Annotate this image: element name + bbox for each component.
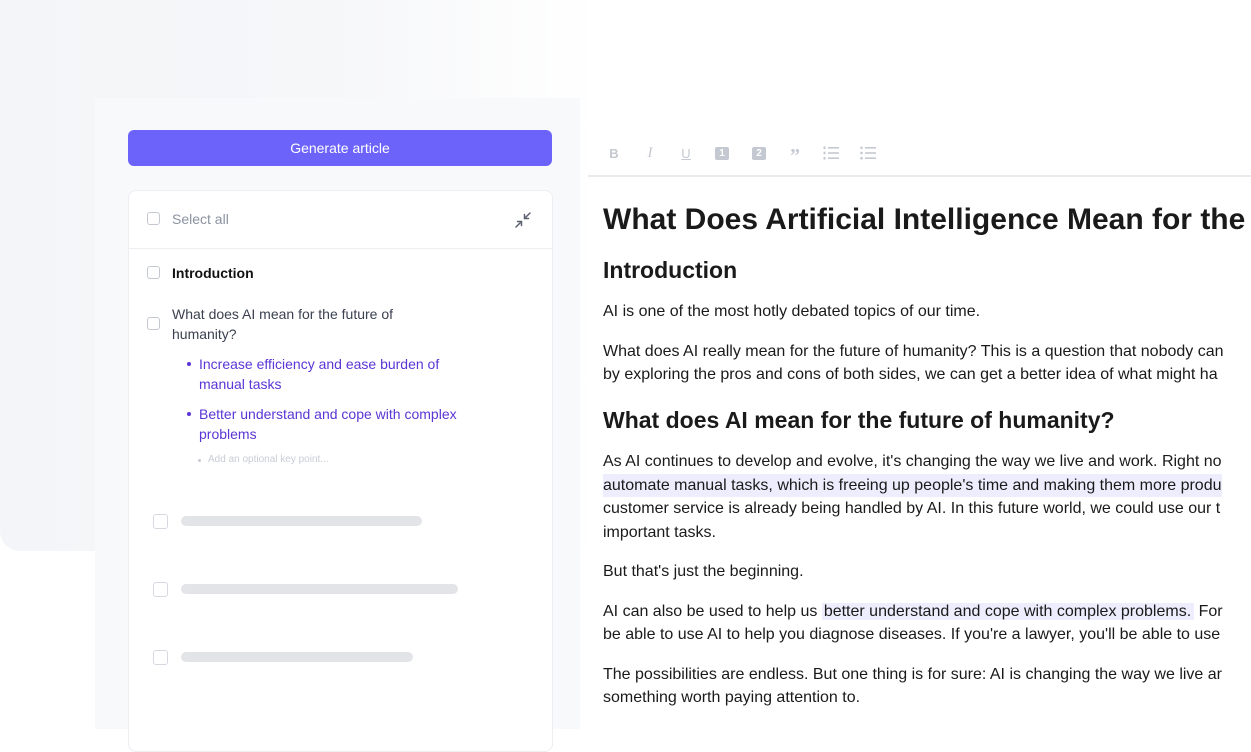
editor-toolbar: B I U 1 2 ” [588,134,1251,177]
highlighted-key-point-complex-problems[interactable]: better understand and cope with complex … [821,603,1195,620]
outline-card: Select all Introduction What does AI mea… [128,190,553,752]
underline-icon[interactable]: U [677,144,695,162]
add-key-point-bullet [198,459,201,462]
paragraph-beginning[interactable]: But that's just the beginning. [603,560,804,583]
collapse-icon[interactable] [513,210,533,230]
paragraph-ai-future-line3[interactable]: customer service is already being handle… [603,497,1220,520]
section-title-ai-future-line1[interactable]: What does AI mean for the future of [172,304,393,324]
add-key-point-input[interactable]: Add an optional key point... [208,454,329,465]
outline-card-header: Select all [129,191,552,249]
heading-ai-future[interactable]: What does AI mean for the future of huma… [603,405,1115,435]
heading-2-glyph: 2 [752,146,766,160]
section-checkbox-introduction[interactable] [147,266,160,279]
heading-2-icon[interactable]: 2 [750,144,768,162]
article-title[interactable]: What Does Artificial Intelligence Mean f… [603,200,1245,240]
section-title-ai-future-line2[interactable]: humanity? [172,324,237,344]
select-all-label: Select all [172,211,229,227]
paragraph-intro-2-line2[interactable]: by exploring the pros and cons of both s… [603,363,1218,386]
skeleton-checkbox [153,582,168,597]
select-all-checkbox[interactable] [147,212,160,225]
key-point-complex-problems-line1[interactable]: Better understand and cope with complex [199,404,457,424]
key-point-bullet [187,412,191,416]
paragraph-intro-2-line1[interactable]: What does AI really mean for the future … [603,340,1224,363]
paragraph-complex-line2[interactable]: be able to use AI to help you diagnose d… [603,623,1220,646]
unordered-list-icon[interactable] [859,144,877,162]
bold-icon[interactable]: B [605,144,623,162]
key-point-efficiency-line1[interactable]: Increase efficiency and ease burden of [199,354,439,374]
ordered-list-icon[interactable] [822,144,840,162]
section-title-introduction[interactable]: Introduction [172,263,254,283]
heading-1-glyph: 1 [715,146,729,160]
quote-icon[interactable]: ” [786,144,804,167]
paragraph-ai-future-line1[interactable]: As AI continues to develop and evolve, i… [603,450,1222,473]
generate-article-button[interactable]: Generate article [128,130,552,166]
heading-introduction[interactable]: Introduction [603,255,737,285]
highlighted-key-point-efficiency[interactable]: automate manual tasks, which is freeing … [603,474,1222,497]
key-point-efficiency-line2[interactable]: manual tasks [199,374,281,394]
italic-icon[interactable]: I [641,144,659,162]
skeleton-line [181,584,458,594]
paragraph-complex-line1-end: For [1194,603,1223,620]
paragraph-possibilities-line1[interactable]: The possibilities are endless. But one t… [603,663,1222,686]
key-point-complex-problems-line2[interactable]: problems [199,424,257,444]
section-checkbox-ai-future[interactable] [147,317,160,330]
paragraph-possibilities-line2[interactable]: something worth paying attention to. [603,686,860,709]
key-point-bullet [187,362,191,366]
paragraph-complex-line1-start: AI can also be used to help us [603,603,822,620]
paragraph-complex-line1[interactable]: AI can also be used to help us better un… [603,600,1223,623]
paragraph-intro-1[interactable]: AI is one of the most hotly debated topi… [603,300,980,323]
paragraph-ai-future-line4[interactable]: important tasks. [603,521,716,544]
skeleton-line [181,516,422,526]
skeleton-checkbox [153,514,168,529]
heading-1-icon[interactable]: 1 [713,144,731,162]
article-editor[interactable]: What Does Artificial Intelligence Mean f… [603,190,1251,729]
skeleton-line [181,652,413,662]
skeleton-checkbox [153,650,168,665]
